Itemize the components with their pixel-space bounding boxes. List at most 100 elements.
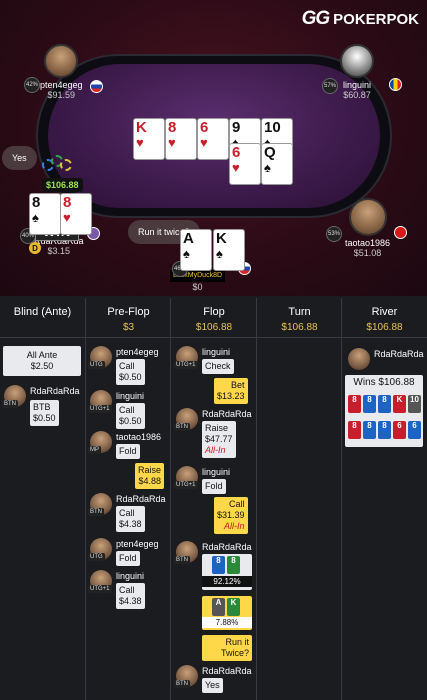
card-suit-icon: ♥	[200, 135, 208, 150]
chat-bubble-yes: Yes	[2, 146, 37, 170]
fold-action-box: Fold	[116, 444, 140, 459]
player-name: pten4egeg	[40, 80, 83, 90]
player-name: linguini	[116, 571, 145, 581]
column-title: Blind (Ante)	[13, 306, 72, 318]
card-rank: 6	[200, 119, 209, 136]
column-pot: $106.88	[281, 322, 318, 333]
card-suit-icon: ♥	[232, 160, 240, 175]
all-ante-box: All Ante $2.50	[3, 346, 81, 376]
column-divider	[256, 298, 257, 700]
action-text: Run it Twice?	[220, 637, 249, 658]
playing-card: 8 ♥	[60, 193, 92, 235]
card-suit-icon: ♠	[32, 210, 39, 225]
position-badge: UTG	[88, 361, 105, 369]
player-name: linguini	[202, 347, 231, 357]
playing-card: 8 ♠	[29, 193, 61, 235]
mini-card: 8	[378, 395, 391, 413]
action-text: $4.38	[119, 596, 142, 606]
brand-name: POKERPOK	[333, 10, 419, 28]
call-action-box: Call $4.38	[116, 583, 145, 609]
mini-card: 8	[212, 556, 225, 574]
card-suit-icon: ♥	[136, 135, 144, 150]
russia-flag-icon	[90, 80, 103, 93]
gg-logo-icon: GG	[301, 8, 331, 29]
pot-amount: $106.88	[42, 178, 83, 192]
position-badge: UTG+1	[88, 585, 112, 593]
card-suit-icon: ♠	[183, 246, 190, 261]
position-badge: BTN	[174, 423, 190, 431]
mini-card: 8	[363, 421, 376, 439]
mini-card: 8	[227, 556, 240, 574]
avatar	[340, 44, 374, 78]
card-suit-icon: ♠	[216, 246, 223, 261]
action-text: Call	[119, 585, 135, 595]
player-name: RdaRdaRda	[202, 409, 252, 419]
player-name: taotao1986	[116, 432, 162, 442]
player-percent-badge: 42%	[24, 77, 40, 93]
andorra-flag-icon	[389, 78, 402, 91]
column-pot: $106.88	[366, 322, 403, 333]
player-percent-badge: 53%	[326, 226, 342, 242]
action-text: $31.39	[217, 510, 245, 520]
player-stack: $0	[192, 282, 203, 292]
mini-card: A	[212, 598, 225, 616]
action-text: Call	[119, 508, 135, 518]
player-seat-linguini[interactable]: linguini $60.87	[340, 44, 374, 100]
column-title: River	[371, 306, 398, 318]
action-text: $0.50	[33, 413, 56, 423]
action-text: Fold	[205, 481, 223, 491]
china-flag-icon	[394, 226, 407, 239]
call-action-box: Call $0.50	[116, 403, 145, 429]
action-text: Bet	[231, 380, 245, 390]
hand-history-panel: Blind (Ante) Pre-Flop $3 Flop $106.88 Turn $10…	[0, 298, 427, 700]
position-badge: MP	[88, 446, 101, 454]
action-text: $4.38	[119, 519, 142, 529]
equity-box: 8 8 92.12%	[202, 554, 252, 590]
position-badge: BTN	[174, 680, 190, 688]
dealer-button-icon: D	[29, 242, 41, 254]
card-rank: 9	[232, 119, 241, 136]
winner-text: Wins $106.88	[353, 377, 415, 388]
column-divider	[170, 298, 171, 700]
equity-percent: 92.12%	[202, 576, 252, 587]
fold-action-box: Fold	[116, 551, 140, 566]
action-text: $13.23	[217, 391, 245, 401]
card-suit-icon: ♥	[63, 210, 71, 225]
all-ante-label: All Ante	[26, 350, 58, 360]
playing-card: 8 ♥	[165, 118, 197, 160]
column-header-0: Blind (Ante)	[0, 298, 85, 338]
player-name: taotao1986	[345, 238, 391, 248]
player-name: pten4egeg	[116, 347, 159, 357]
player-name: RdaRdaRda	[202, 666, 252, 676]
column-header-4: River $106.88	[342, 298, 427, 338]
action-text: Call	[119, 361, 135, 371]
equity-percent: 7.88%	[202, 617, 252, 628]
column-divider	[341, 298, 342, 700]
mini-card: K	[393, 395, 406, 413]
brand-logo: GG POKERPOK	[302, 8, 419, 30]
card-rank: A	[183, 230, 194, 247]
yes-action-box: Yes	[202, 678, 223, 693]
position-badge: UTG+1	[174, 361, 198, 369]
player-stack: $91.59	[47, 90, 76, 100]
player-seat-pten4egeg[interactable]: pten4egeg $91.59	[40, 44, 83, 100]
playing-card: 6 ♥	[229, 143, 261, 185]
player-seat-taotao1986[interactable]: taotao1986 $51.08	[345, 198, 390, 258]
call-action-box: Call $4.38	[116, 506, 145, 532]
playing-card: K ♥	[133, 118, 165, 160]
position-badge: UTG+1	[174, 481, 198, 489]
avatar	[348, 198, 387, 236]
player-stack: $3.15	[47, 246, 71, 256]
avatar	[44, 44, 79, 78]
all-in-label: All-In	[205, 445, 226, 455]
card-rank: 6	[232, 144, 241, 161]
player-name: RdaRdaRda	[374, 349, 424, 359]
player-name: RdaRdaRda	[30, 386, 80, 396]
player-name: linguini	[116, 391, 145, 401]
action-text: Yes	[205, 680, 220, 690]
column-header-1: Pre-Flop $3	[86, 298, 171, 338]
mini-card: K	[227, 598, 240, 616]
action-text: Fold	[119, 446, 137, 456]
player-percent-badge: 57%	[322, 78, 338, 94]
column-header-2: Flop $106.88	[171, 298, 257, 338]
